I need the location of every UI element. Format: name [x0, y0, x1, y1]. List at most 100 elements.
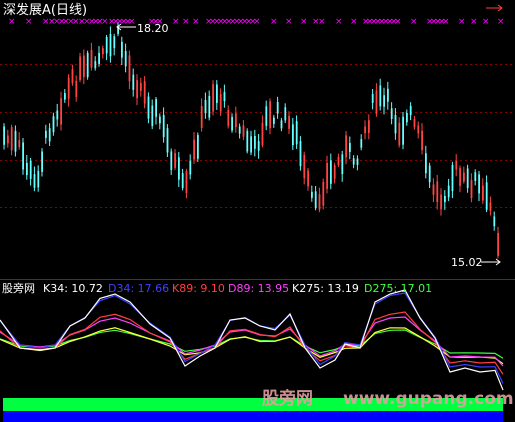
signal-marker: ×: [285, 17, 293, 27]
candle-body: [409, 105, 412, 116]
d34-value: D34: 17.66: [108, 282, 169, 295]
candle-body: [94, 61, 97, 69]
candle-body: [219, 94, 222, 112]
candle-body: [242, 125, 245, 137]
candle-body: [451, 165, 454, 192]
candle-body: [170, 151, 173, 170]
candle-body: [333, 165, 336, 179]
candle-body: [181, 173, 184, 189]
candle-body: [22, 142, 24, 170]
candle-body: [364, 126, 366, 134]
candle-body: [307, 170, 309, 187]
candle-body: [155, 99, 157, 117]
candle-body: [337, 157, 340, 165]
candle-body: [345, 135, 347, 158]
candle-body: [33, 174, 36, 188]
candle-body: [90, 49, 93, 68]
candle-body: [246, 130, 249, 152]
candle-body: [48, 128, 51, 142]
candle-body: [417, 125, 420, 134]
candle-body: [162, 114, 165, 138]
candle-body: [432, 184, 435, 195]
candle-body: [493, 216, 496, 227]
candle-body: [86, 52, 89, 78]
candle-body: [212, 84, 214, 112]
candle-body: [375, 90, 378, 114]
candle-body: [497, 233, 499, 256]
candle-body: [276, 102, 279, 114]
candle-body: [254, 136, 256, 149]
candle-body: [56, 110, 59, 120]
candle-body: [200, 106, 203, 128]
signal-marker: ×: [8, 17, 16, 27]
candle-body: [436, 181, 439, 202]
candle-body: [356, 158, 359, 165]
candle-body: [280, 120, 283, 129]
candle-body: [295, 121, 298, 145]
candle-body: [292, 124, 294, 146]
candle-body: [64, 93, 66, 100]
candle-body: [41, 151, 43, 172]
candle-body: [166, 128, 169, 153]
candle-body: [330, 160, 332, 184]
candle-body: [14, 130, 17, 152]
k34-value: K34: 10.72: [43, 282, 103, 295]
candle-body: [37, 170, 40, 188]
watermark-en: www.gupang.com: [343, 389, 514, 409]
candle-body: [273, 117, 275, 124]
candle-body: [185, 171, 188, 193]
candle-body: [98, 52, 100, 64]
candle-body: [75, 80, 78, 97]
indicator-name: 股旁网: [2, 281, 35, 295]
k89-value: K89: 9.10: [172, 282, 225, 295]
signal-marker: ×: [182, 17, 190, 27]
signal-marker: ×: [128, 17, 136, 27]
candle-body: [428, 165, 431, 183]
signal-marker: ×: [482, 17, 490, 27]
candle-body: [45, 130, 47, 138]
candle-body: [368, 120, 370, 133]
candle-body: [128, 55, 131, 82]
d275-value: D275: 17.01: [364, 282, 432, 295]
candle-body: [299, 141, 302, 167]
candlesticks: [3, 22, 499, 259]
candle-body: [326, 163, 328, 189]
candle-body: [474, 172, 477, 181]
candle-body: [425, 153, 427, 174]
candle-body: [288, 116, 290, 129]
signal-marker: ×: [470, 17, 478, 27]
candle-body: [455, 160, 458, 170]
candle-body: [227, 110, 230, 126]
signal-marker: ×: [442, 17, 450, 27]
candle-body: [83, 55, 85, 78]
candle-body: [29, 160, 32, 179]
candle-body: [238, 126, 241, 134]
candle-body: [197, 135, 199, 159]
d275-line: [0, 329, 504, 359]
candle-body: [371, 94, 374, 103]
candle-body: [26, 162, 28, 176]
candle-body: [7, 135, 9, 144]
candle-body: [390, 108, 393, 119]
candle-body: [352, 158, 355, 165]
signal-marker: ×: [253, 17, 261, 27]
signal-marker: ×: [497, 17, 505, 27]
candle-body: [379, 85, 382, 107]
chart-title: 深发展A(日线): [3, 2, 87, 18]
signal-marker: ×: [192, 17, 200, 27]
candle-body: [231, 116, 233, 131]
candle-body: [387, 88, 389, 102]
candle-body: [71, 69, 74, 84]
candle-body: [136, 80, 138, 99]
candle-body: [143, 81, 146, 104]
candle-body: [216, 84, 218, 103]
candle-body: [470, 179, 473, 199]
signal-marker: ×: [410, 17, 418, 27]
candle-body: [485, 182, 488, 210]
candle-body: [466, 168, 469, 189]
candle-body: [459, 168, 461, 186]
candle-body: [489, 202, 492, 211]
candle-body: [269, 101, 271, 129]
candle-body: [67, 77, 70, 99]
candle-body: [174, 153, 176, 168]
